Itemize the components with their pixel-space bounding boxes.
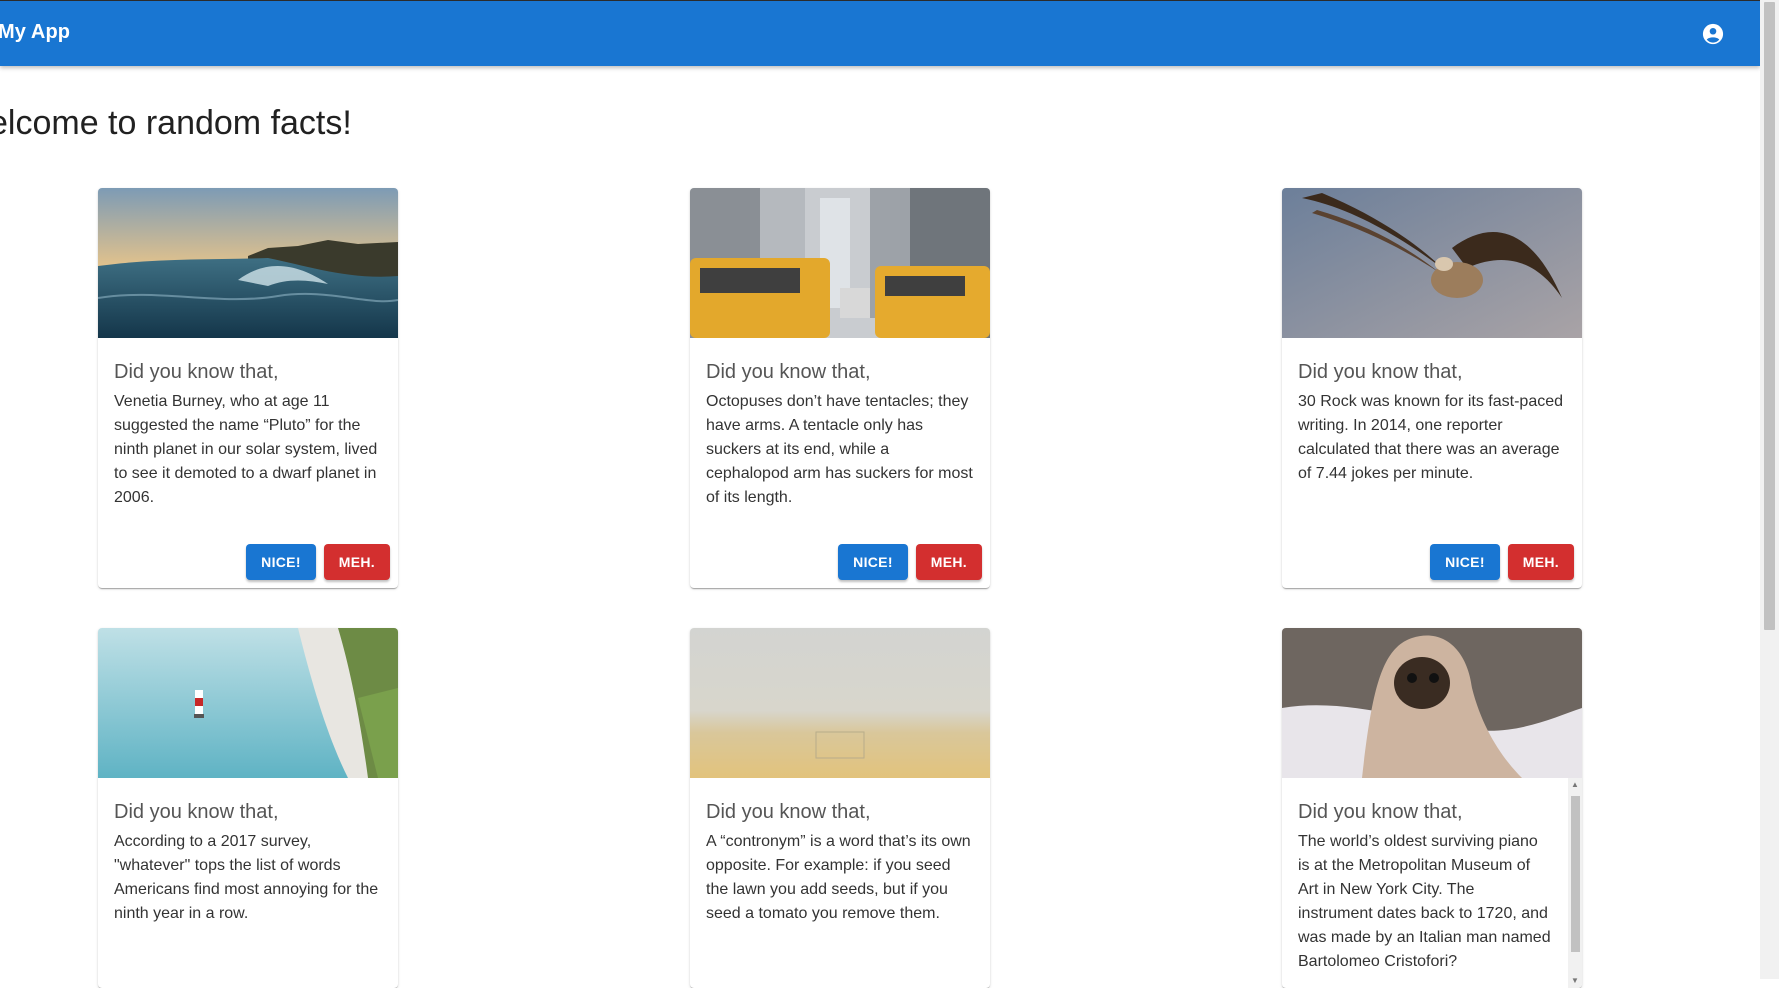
nice-button[interactable]: NICE! xyxy=(1430,544,1500,580)
page-heading: elcome to random facts! xyxy=(0,104,352,142)
fact-card: Did you know that, Octopuses don’t have … xyxy=(690,188,990,588)
card-scrollbar[interactable]: ▲ ▼ xyxy=(1568,778,1582,988)
page-scrollbar[interactable] xyxy=(1760,0,1779,979)
card-text: 30 Rock was known for its fast-paced wri… xyxy=(1298,393,1564,482)
card-text: According to a 2017 survey, "whatever" t… xyxy=(114,833,379,922)
nice-button[interactable]: NICE! xyxy=(838,544,908,580)
page-scrollbar-thumb[interactable] xyxy=(1764,2,1775,630)
scroll-up-icon[interactable]: ▲ xyxy=(1571,781,1579,789)
card-scrollbar-thumb[interactable] xyxy=(1571,796,1580,952)
meh-button[interactable]: MEH. xyxy=(323,544,390,580)
card-title: Did you know that, xyxy=(706,361,871,383)
card-actions: NICE! MEH. xyxy=(838,544,982,580)
vulture-flying-photo xyxy=(1282,188,1582,338)
card-actions: NICE! MEH. xyxy=(1430,544,1574,580)
fact-card: Did you know that, Venetia Burney, who a… xyxy=(98,188,398,588)
lighthouse-cliff-photo xyxy=(98,628,398,778)
app-bar: My App xyxy=(0,0,1760,66)
card-actions: NICE! MEH. xyxy=(246,544,390,580)
card-text: Octopuses don’t have tentacles; they hav… xyxy=(706,393,973,506)
pug-blanket-photo xyxy=(1282,628,1582,778)
meh-button[interactable]: MEH. xyxy=(915,544,982,580)
card-title: Did you know that, xyxy=(706,801,871,823)
nice-button[interactable]: NICE! xyxy=(246,544,316,580)
card-title: Did you know that, xyxy=(114,361,279,383)
fact-card: Did you know that, A “contronym” is a wo… xyxy=(690,628,990,988)
fact-card: Did you know that, According to a 2017 s… xyxy=(98,628,398,988)
card-title: Did you know that, xyxy=(1298,801,1463,823)
scroll-down-icon[interactable]: ▼ xyxy=(1571,977,1579,985)
card-text: The world’s oldest surviving piano is at… xyxy=(1298,833,1551,970)
meh-button[interactable]: MEH. xyxy=(1507,544,1574,580)
app-title: My App xyxy=(0,21,71,43)
account-circle-icon[interactable] xyxy=(1702,23,1724,45)
fact-card: Did you know that, 30 Rock was known for… xyxy=(1282,188,1582,588)
card-text: Venetia Burney, who at age 11 suggested … xyxy=(114,393,378,506)
ocean-wave-photo xyxy=(98,188,398,338)
fact-card: Did you know that, The world’s oldest su… xyxy=(1282,628,1582,988)
card-title: Did you know that, xyxy=(114,801,279,823)
card-text: A “contronym” is a word that’s its own o… xyxy=(706,833,971,922)
taxi-city-street-photo xyxy=(690,188,990,338)
card-title: Did you know that, xyxy=(1298,361,1463,383)
foggy-beach-photo xyxy=(690,628,990,778)
